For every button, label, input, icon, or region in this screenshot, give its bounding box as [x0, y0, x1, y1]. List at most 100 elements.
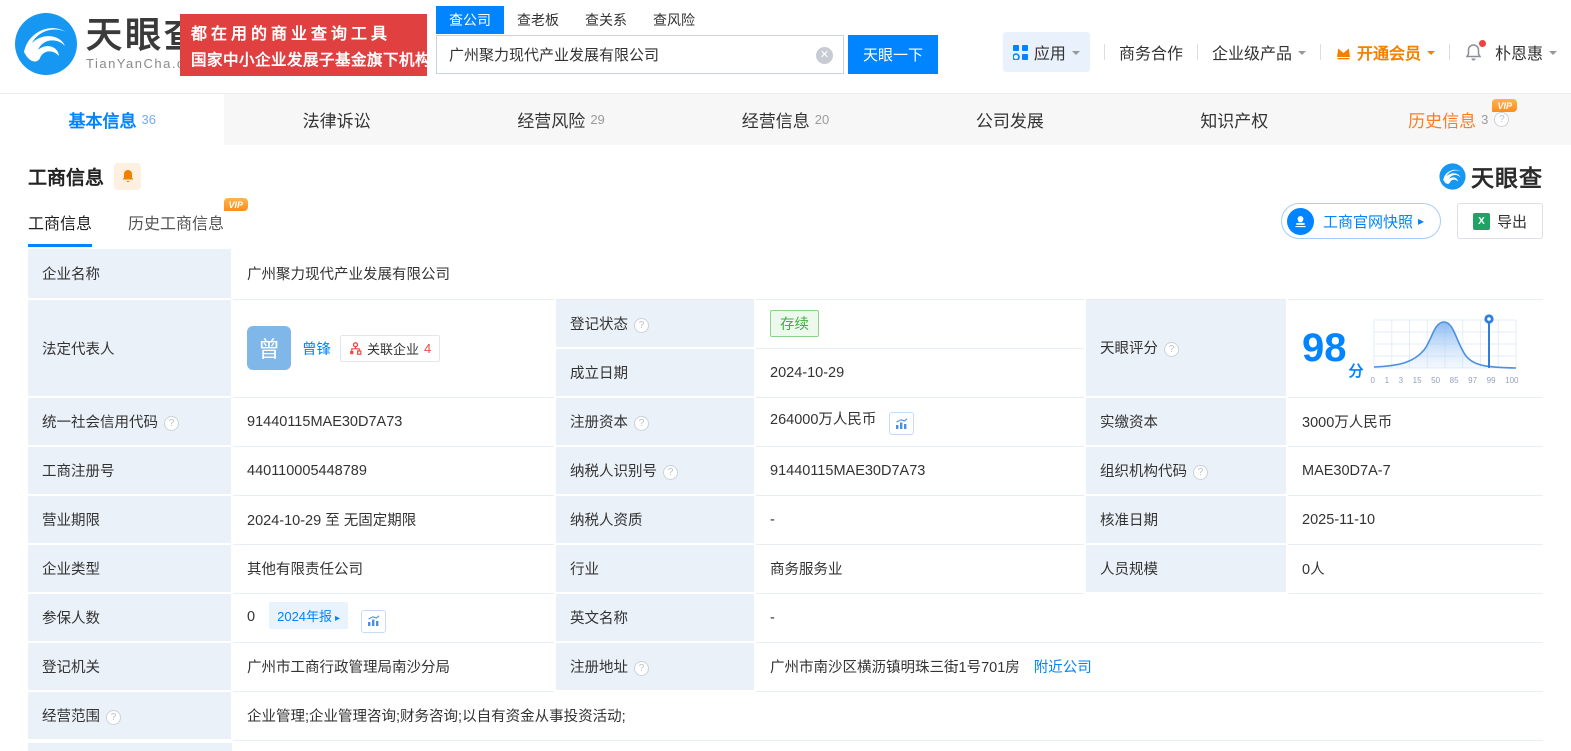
help-icon[interactable] — [1164, 342, 1179, 358]
help-icon[interactable] — [634, 416, 649, 431]
insured-count-label: 参保人数 — [28, 593, 233, 643]
tab-label: 经营信息 — [741, 112, 810, 131]
search-tab-company[interactable]: 查公司 — [436, 6, 504, 34]
table-row: 企业类型 其他有限责任公司 行业 商务服务业 人员规模 0人 — [28, 544, 1544, 594]
nav-apps[interactable]: 应用 — [1002, 32, 1090, 72]
industry-value: 商务服务业 — [755, 544, 1085, 594]
nav-vip-label: 开通会员 — [1356, 46, 1421, 63]
search-tab-relation[interactable]: 查关系 — [572, 6, 640, 34]
avatar[interactable]: 曾 — [247, 326, 291, 370]
tab-count: 20 — [814, 112, 830, 127]
vip-badge: VIP — [1492, 99, 1517, 112]
bell-icon — [122, 169, 133, 182]
reg-address-label: 注册地址 — [554, 642, 756, 692]
tab-intellectual-property[interactable]: 知识产权 — [1122, 94, 1346, 145]
subtab-history-business-info[interactable]: VIP 历史工商信息 — [128, 198, 249, 247]
english-name-label: 英文名称 — [554, 593, 756, 643]
nav-enterprise[interactable]: 企业级产品 — [1212, 40, 1306, 64]
notification-bell[interactable] — [1464, 39, 1486, 62]
tianyancha-swirl-icon — [1439, 162, 1466, 190]
main-tab-bar: 基本信息 36 法律诉讼 经营风险 29 经营信息 20 公司发展 知识产权 V… — [0, 93, 1571, 145]
tab-history-info[interactable]: VIP 历史信息 3 — [1347, 94, 1571, 145]
org-code-value: MAE30D7A-7 — [1287, 446, 1544, 496]
subscribe-bell-button[interactable] — [114, 162, 142, 190]
table-row: 登记机关 广州市工商行政管理局南沙分局 注册地址 广州市南沙区横沥镇明珠三街1号… — [28, 642, 1544, 692]
table-row: 工商注册号 440110005448789 纳税人识别号 91440115MAE… — [28, 446, 1544, 496]
arrow-right-icon: ▸ — [1417, 214, 1424, 228]
legal-rep-cell: 曾 曾锋 关联企业 4 — [232, 299, 555, 398]
search-area: 查公司 查老板 查关系 查风险 ✕ 天眼一下 — [436, 6, 938, 74]
search-tabs: 查公司 查老板 查关系 查风险 — [436, 6, 938, 34]
nearby-companies-link[interactable]: 附近公司 — [1034, 660, 1092, 676]
insured-trend-icon[interactable] — [361, 609, 387, 633]
company-name-label: 企业名称 — [28, 249, 233, 300]
username-label: 朴恩惠 — [1494, 46, 1543, 63]
clear-icon[interactable]: ✕ — [816, 47, 833, 64]
help-icon[interactable] — [1494, 112, 1510, 127]
header-nav: 应用 商务合作 企业级产品 开通会员 朴恩惠 — [1002, 32, 1557, 72]
english-name-value: - — [755, 593, 1544, 643]
tab-operating-risk[interactable]: 经营风险 29 — [449, 94, 673, 145]
help-icon[interactable] — [1193, 465, 1208, 480]
help-icon[interactable] — [106, 710, 121, 725]
divider — [1103, 44, 1105, 60]
help-icon[interactable] — [164, 416, 179, 431]
search-input-wrap: ✕ — [436, 35, 844, 74]
subtab-business-info[interactable]: 工商信息 — [28, 210, 93, 247]
paid-capital-value: 3000万人民币 — [1287, 397, 1544, 447]
related-companies-badge[interactable]: 关联企业 4 — [340, 334, 441, 362]
taxpayer-qualification-label: 纳税人资质 — [554, 495, 756, 545]
snapshot-label: 工商官网快照 — [1322, 213, 1413, 231]
search-button[interactable]: 天眼一下 — [848, 35, 938, 74]
search-tab-risk[interactable]: 查风险 — [640, 6, 708, 34]
nav-apps-label: 应用 — [1033, 46, 1066, 63]
export-button[interactable]: X 导出 — [1456, 203, 1543, 239]
search-input[interactable] — [437, 36, 843, 73]
nav-vip-upgrade[interactable]: 开通会员 — [1335, 40, 1435, 64]
tab-basic-info[interactable]: 基本信息 36 — [0, 94, 225, 145]
chevron-down-icon — [1426, 50, 1435, 59]
reg-authority-label: 登记机关 — [28, 642, 233, 692]
annual-report-badge[interactable]: 2024年报 ▸ — [269, 602, 349, 630]
help-icon[interactable] — [634, 317, 649, 333]
help-icon[interactable] — [663, 465, 678, 480]
score-label: 天眼评分 — [1084, 299, 1288, 398]
related-label: 关联企业 — [367, 341, 420, 357]
subtab-label: 历史工商信息 — [128, 216, 225, 233]
legal-rep-name-link[interactable]: 曾锋 — [302, 338, 331, 359]
slogan-banner: 都在用的商业查询工具 国家中小企业发展子基金旗下机构 — [180, 14, 431, 76]
nav-username[interactable]: 朴恩惠 — [1495, 40, 1557, 64]
taxpayer-id-value: 91440115MAE30D7A73 — [755, 446, 1085, 496]
tab-legal[interactable]: 法律诉讼 — [224, 94, 448, 145]
export-label: 导出 — [1496, 213, 1527, 231]
credit-code-label: 统一社会信用代码 — [28, 397, 233, 447]
business-term-value: 2024-10-29 至 无固定期限 — [232, 495, 555, 545]
chevron-down-icon — [1549, 50, 1557, 59]
score-axis-ticks: 01 3 15 50 85 97 99 100 — [1370, 375, 1519, 385]
capital-trend-icon[interactable] — [889, 412, 915, 436]
tab-business-info[interactable]: 经营信息 20 — [673, 94, 897, 145]
chevron-down-icon — [1297, 50, 1306, 59]
score-cell: 98 分 0 1 3 15 50 85 97 99 100 — [1287, 299, 1544, 398]
reg-number-value: 440110005448789 — [232, 446, 555, 496]
table-row: 经营范围 企业管理;企业管理咨询;财务咨询;以自有资金从事投资活动; — [28, 691, 1544, 741]
taxpayer-id-label: 纳税人识别号 — [554, 446, 756, 496]
slogan-line1: 都在用的商业查询工具 — [191, 26, 392, 43]
tab-company-development[interactable]: 公司发展 — [898, 94, 1122, 145]
help-icon[interactable] — [634, 661, 649, 676]
org-code-label: 组织机构代码 — [1084, 446, 1288, 496]
header: 天眼查 TianYanCha.com 都在用的商业查询工具 国家中小企业发展子基… — [0, 0, 1571, 93]
search-tab-boss[interactable]: 查老板 — [504, 6, 572, 34]
business-info-section: 工商信息 天眼查 工商信息 VIP 历史工商信息 工商官网快照 ▸ X 导出 企… — [0, 145, 1571, 741]
paid-capital-label: 实缴资本 — [1084, 397, 1288, 447]
official-snapshot-button[interactable]: 工商官网快照 ▸ — [1280, 203, 1441, 239]
status-badge: 存续 — [770, 310, 819, 337]
divider — [1196, 44, 1198, 60]
excel-icon: X — [1472, 212, 1490, 230]
table-row: 参保人数 0 2024年报 ▸ 英文名称 - — [28, 593, 1544, 643]
tab-label: 基本信息 — [68, 112, 137, 131]
arrow-right-icon: ▸ — [335, 613, 341, 625]
staff-size-value: 0人 — [1287, 544, 1544, 594]
tianyancha-logo[interactable]: 天眼查 TianYanCha.com — [14, 12, 206, 76]
nav-cooperation[interactable]: 商务合作 — [1119, 40, 1183, 64]
